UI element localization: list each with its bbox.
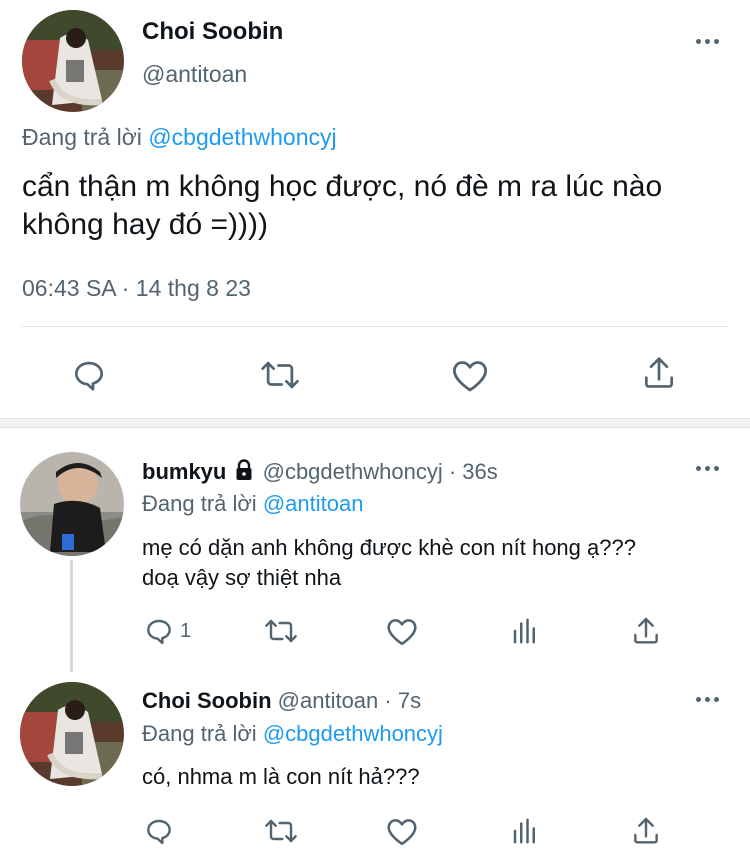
reply-prefix: Đang trả lời bbox=[142, 721, 257, 746]
tweet-text: mẹ có dặn anh không được khè con nít hon… bbox=[142, 533, 636, 593]
retweet-icon[interactable] bbox=[262, 815, 300, 847]
analytics-icon[interactable] bbox=[510, 615, 540, 647]
timestamp[interactable]: 06:43 SA · 14 thg 8 23 bbox=[22, 274, 251, 302]
reply-icon[interactable] bbox=[70, 356, 108, 394]
display-name[interactable]: Choi Soobin bbox=[142, 688, 272, 713]
heart-icon[interactable] bbox=[450, 356, 490, 394]
reply-header: bumkyu @cbgdethwhoncyj · 36s bbox=[142, 458, 498, 488]
share-icon[interactable] bbox=[640, 354, 678, 392]
reply-prefix: Đang trả lời bbox=[22, 124, 142, 150]
more-icon[interactable] bbox=[696, 697, 719, 702]
reply-header: Choi Soobin @antitoan · 7s bbox=[142, 687, 421, 715]
reply-context: Đang trả lời @cbgdethwhoncyj bbox=[22, 122, 337, 152]
handle[interactable]: @antitoan · 7s bbox=[278, 688, 421, 713]
reply-count: 1 bbox=[180, 620, 192, 642]
display-name[interactable]: bumkyu bbox=[142, 459, 226, 484]
tweet-text-line: có, nhma m là con nít hả??? bbox=[142, 764, 420, 789]
reply-prefix: Đang trả lời bbox=[142, 491, 257, 516]
avatar[interactable] bbox=[22, 10, 124, 112]
tweet-text-line: doạ vậy sợ thiệt nha bbox=[142, 565, 342, 590]
thread-line bbox=[70, 560, 73, 672]
retweet-icon[interactable] bbox=[262, 615, 300, 647]
tweet-text: cẩn thận m không học được, nó đè m ra lú… bbox=[22, 168, 662, 244]
heart-icon[interactable] bbox=[385, 615, 419, 647]
heart-icon[interactable] bbox=[385, 815, 419, 847]
lock-icon bbox=[234, 459, 254, 488]
analytics-icon[interactable] bbox=[510, 815, 540, 847]
reply-to-link[interactable]: @antitoan bbox=[263, 491, 364, 516]
reply-context: Đang trả lời @cbgdethwhoncyj bbox=[142, 720, 443, 748]
reply-to-link[interactable]: @cbgdethwhoncyj bbox=[263, 721, 443, 746]
more-icon[interactable] bbox=[696, 39, 719, 44]
tweet-text-line: cẩn thận m không học được, nó đè m ra lú… bbox=[22, 170, 663, 203]
section-separator bbox=[0, 418, 750, 428]
reply-icon[interactable] bbox=[142, 615, 176, 647]
share-icon[interactable] bbox=[630, 615, 662, 647]
reply-to-link[interactable]: @cbgdethwhoncyj bbox=[148, 124, 336, 150]
avatar[interactable] bbox=[20, 682, 124, 786]
handle[interactable]: @cbgdethwhoncyj · 36s bbox=[263, 459, 498, 484]
retweet-icon[interactable] bbox=[258, 356, 302, 394]
more-icon[interactable] bbox=[696, 466, 719, 471]
reply-context: Đang trả lời @antitoan bbox=[142, 490, 363, 518]
tweet-text: có, nhma m là con nít hả??? bbox=[142, 762, 420, 792]
tweet-text-line: mẹ có dặn anh không được khè con nít hon… bbox=[142, 535, 636, 560]
avatar[interactable] bbox=[20, 452, 124, 556]
divider bbox=[22, 326, 728, 327]
tweet-text-line: không hay đó =)))) bbox=[22, 208, 268, 241]
share-icon[interactable] bbox=[630, 815, 662, 847]
reply-icon[interactable] bbox=[142, 815, 176, 847]
handle[interactable]: @antitoan bbox=[142, 60, 247, 88]
display-name[interactable]: Choi Soobin bbox=[142, 18, 283, 46]
